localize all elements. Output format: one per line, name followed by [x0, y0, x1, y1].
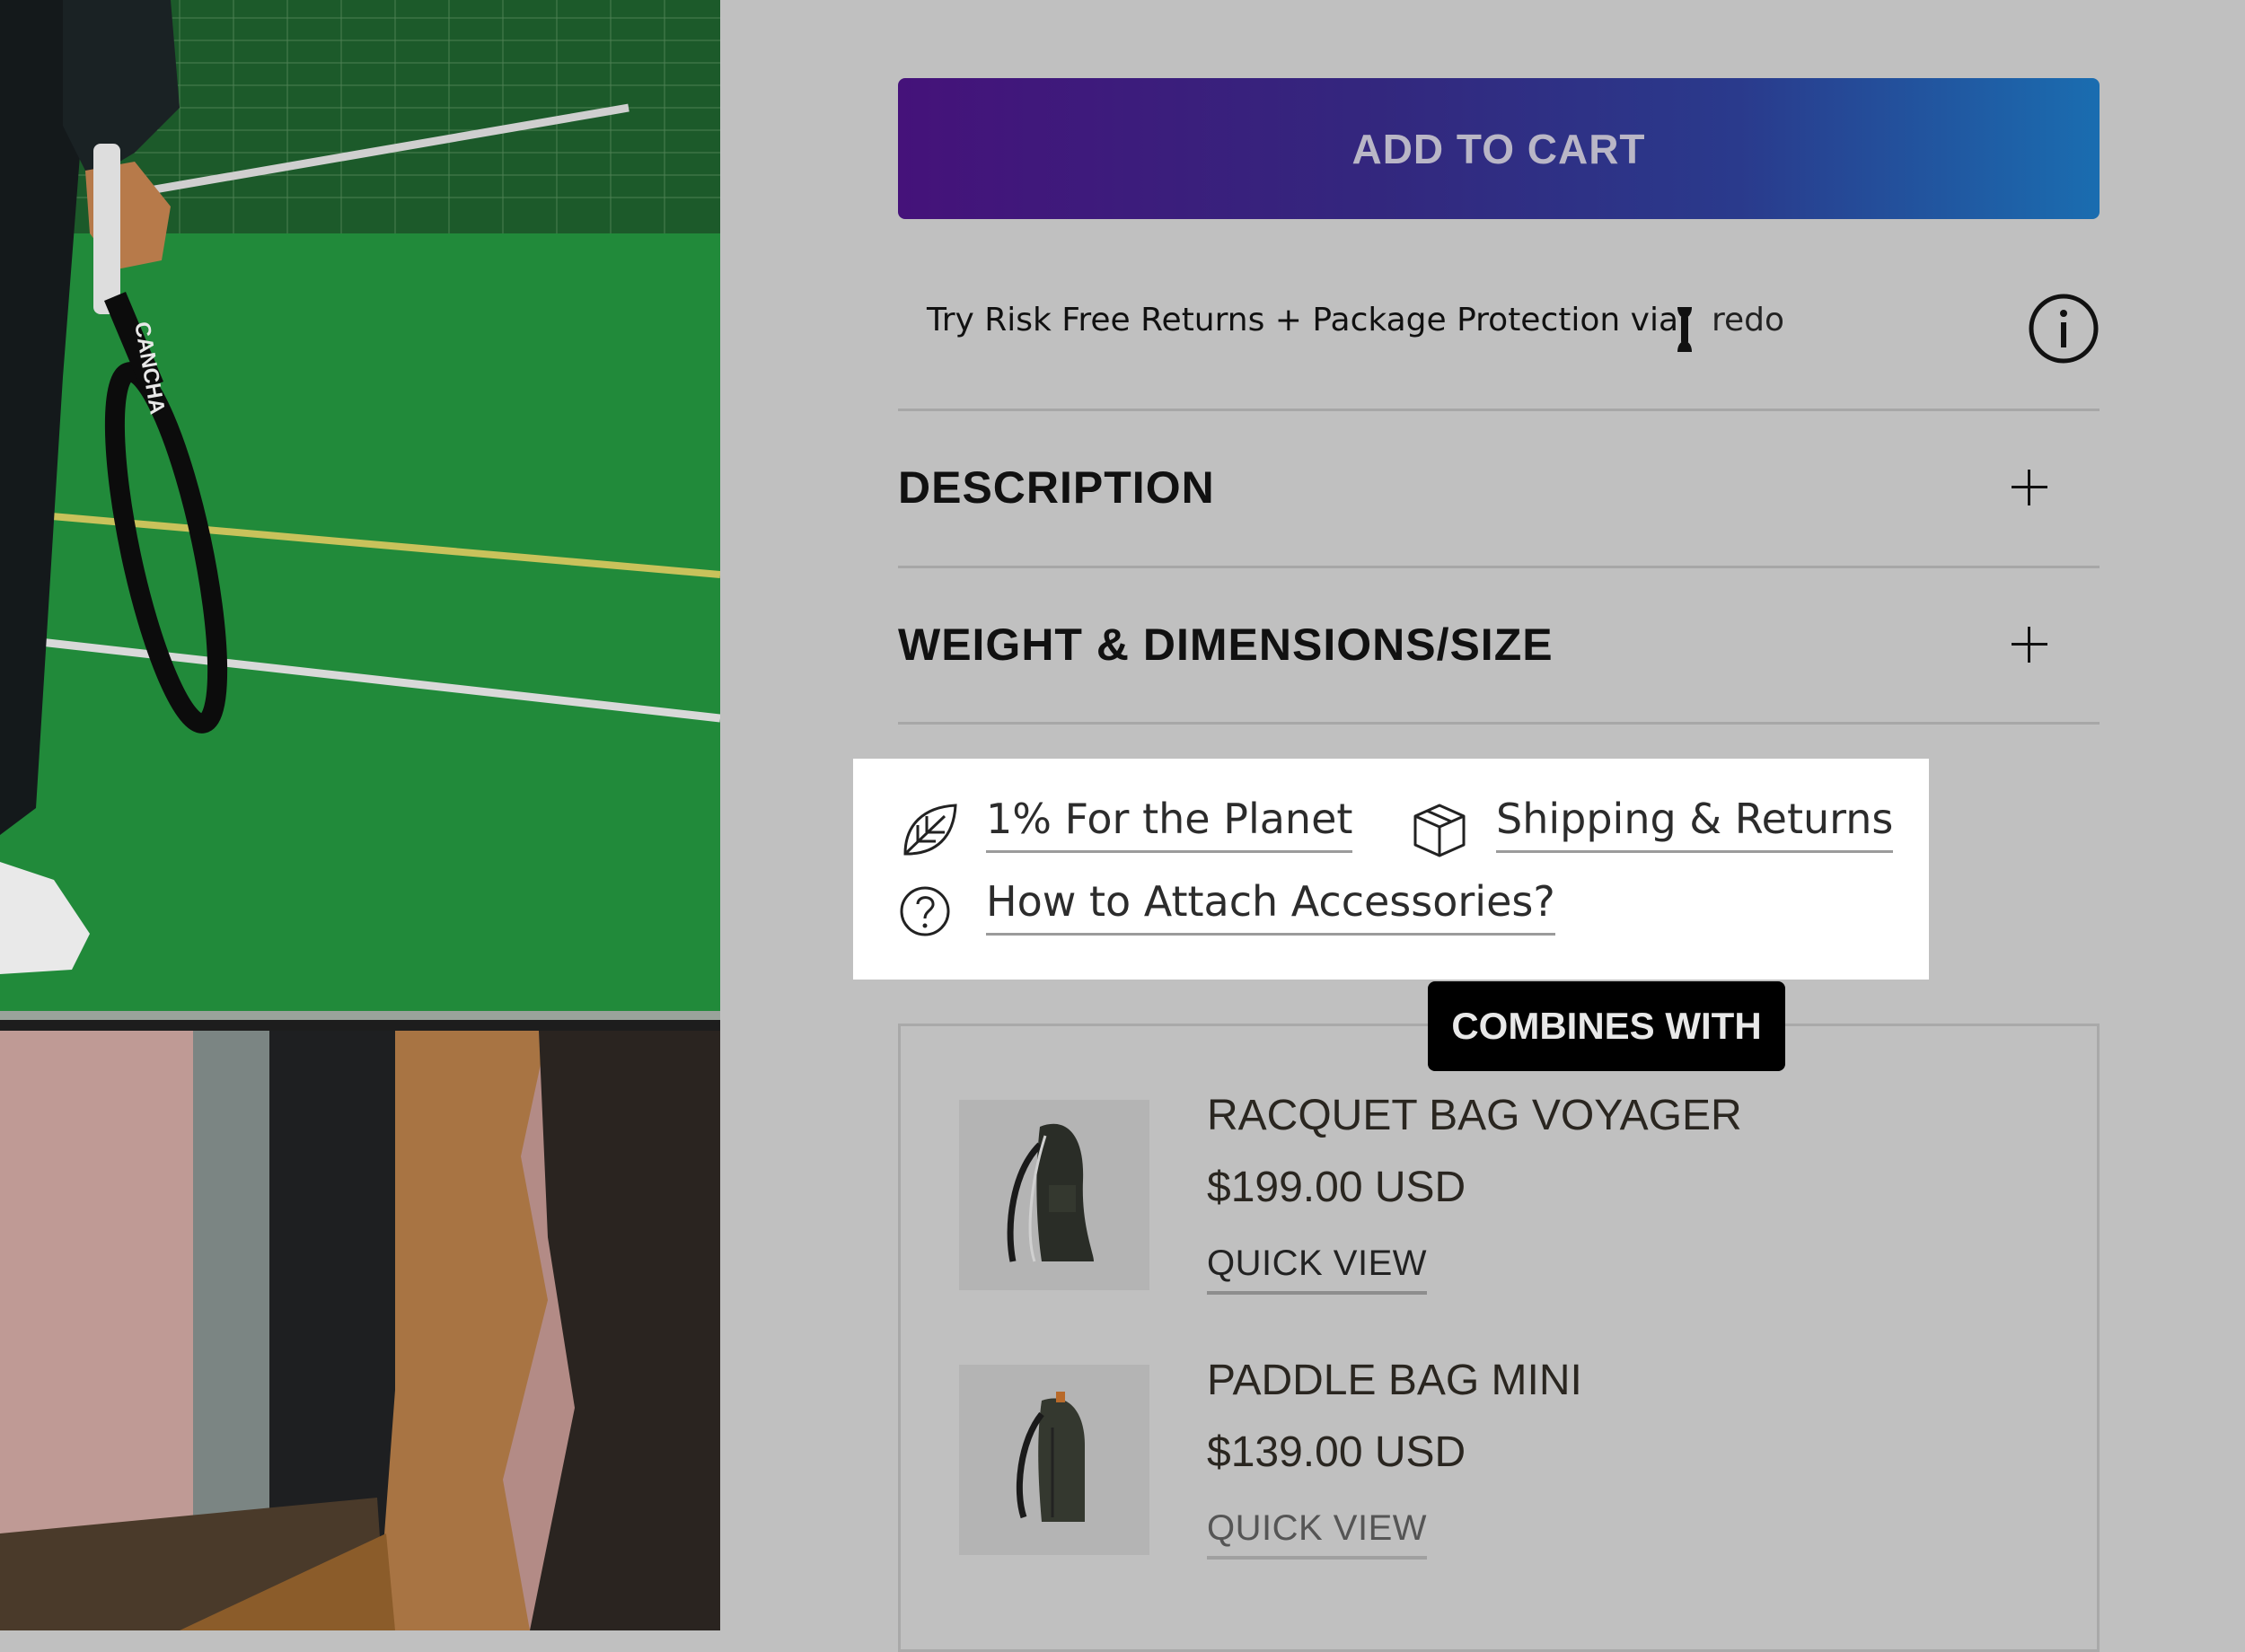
- bag-detail-photo: [0, 1031, 720, 1630]
- product-name[interactable]: RACQUET BAG VOYAGER: [1207, 1091, 1742, 1140]
- quick-view-link[interactable]: QUICK VIEW: [1207, 1243, 1428, 1295]
- returns-text: Try Risk Free Returns + Package Protecti…: [927, 302, 1679, 338]
- info-links-panel: 1% For the Planet Shipping & Returns How…: [853, 759, 1929, 980]
- link-label: How to Attach Accessories?: [986, 877, 1555, 936]
- accordion-title: WEIGHT & DIMENSIONS/SIZE: [898, 620, 1554, 670]
- divider: [898, 722, 2100, 725]
- product-thumbnail[interactable]: [959, 1100, 1149, 1290]
- question-circle-icon: [900, 886, 950, 936]
- paddle-bag-image: [959, 1365, 1149, 1555]
- link-shipping-returns[interactable]: Shipping & Returns: [1408, 795, 1911, 857]
- leaf-icon: [903, 804, 957, 856]
- product-card-racquet-bag: RACQUET BAG VOYAGER $199.00 USD QUICK VI…: [959, 1092, 2037, 1297]
- link-label: Shipping & Returns: [1496, 795, 1894, 853]
- link-label: 1% For the Planet: [986, 795, 1353, 853]
- gallery-divider-dark: [0, 1020, 720, 1031]
- plus-icon: [2012, 470, 2047, 505]
- gallery-photo-tennis-court[interactable]: CANCHA: [0, 0, 720, 1011]
- product-name[interactable]: PADDLE BAG MINI: [1207, 1356, 1582, 1405]
- product-card-paddle-bag: PADDLE BAG MINI $139.00 USD QUICK VIEW: [959, 1357, 2037, 1562]
- link-how-to-attach[interactable]: How to Attach Accessories?: [898, 877, 1580, 940]
- accordion-title: DESCRIPTION: [898, 462, 1215, 513]
- combines-with-badge: COMBINES WITH: [1428, 981, 1785, 1071]
- add-to-cart-button[interactable]: ADD TO CART: [898, 78, 2100, 219]
- racquet-bag-image: [959, 1100, 1149, 1290]
- accordion-weight-dimensions[interactable]: WEIGHT & DIMENSIONS/SIZE: [898, 568, 2100, 721]
- box-icon: [1413, 804, 1466, 857]
- product-gallery: CANCHA: [0, 0, 720, 1630]
- gallery-photo-detail[interactable]: [0, 1031, 720, 1630]
- gallery-divider: [0, 1011, 720, 1020]
- accordion-description[interactable]: DESCRIPTION: [898, 411, 2100, 564]
- link-one-percent-planet[interactable]: 1% For the Planet: [898, 795, 1353, 857]
- product-price: $199.00 USD: [1207, 1164, 1466, 1211]
- redo-logo-icon: [1677, 307, 1692, 352]
- redo-brand-text: redo: [1712, 302, 1785, 338]
- quick-view-link[interactable]: QUICK VIEW: [1207, 1508, 1428, 1560]
- tennis-court-photo: CANCHA: [0, 0, 720, 1011]
- info-circle-icon[interactable]: [2028, 293, 2100, 365]
- product-price: $139.00 USD: [1207, 1428, 1466, 1476]
- product-thumbnail[interactable]: [959, 1365, 1149, 1555]
- plus-icon: [2012, 627, 2047, 663]
- redo-returns-row: Try Risk Free Returns + Package Protecti…: [927, 289, 2100, 364]
